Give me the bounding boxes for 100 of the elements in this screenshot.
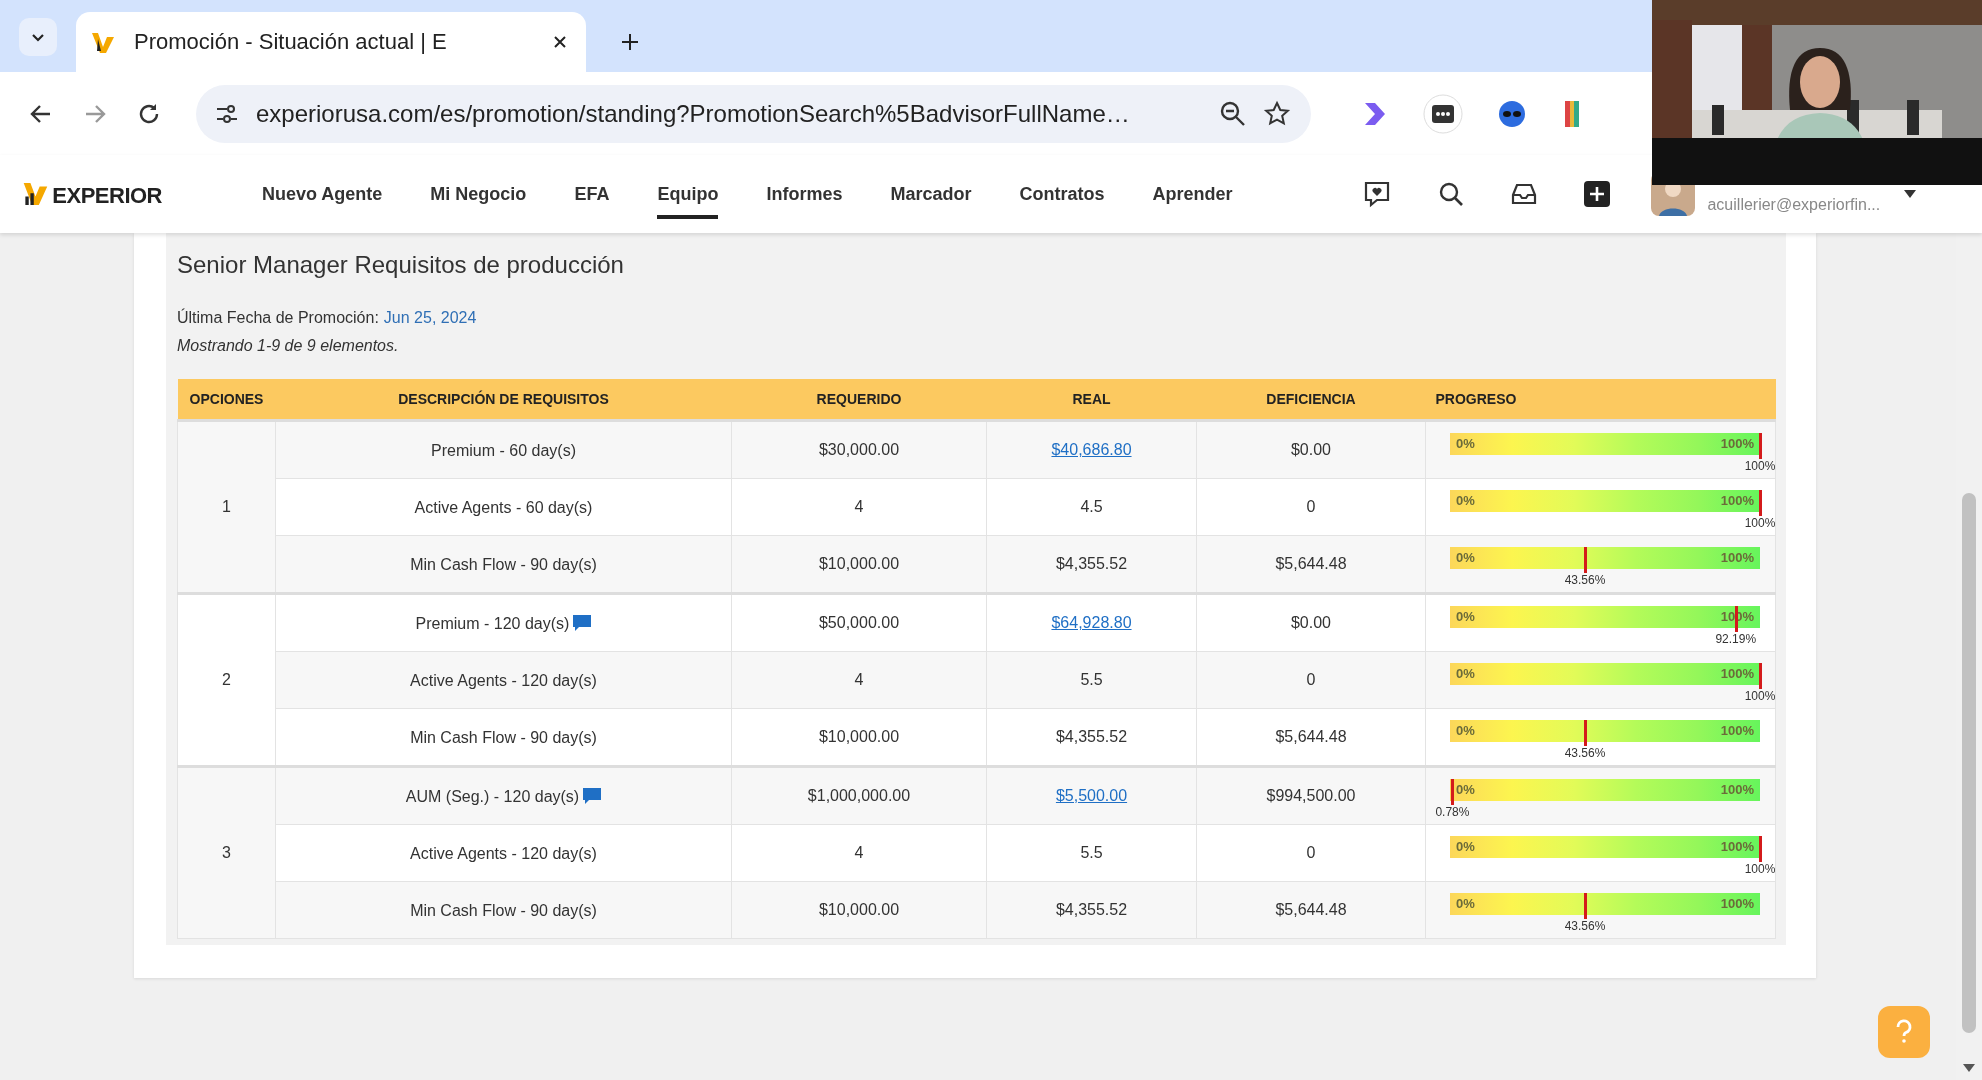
table-cell: $1,000,000.00 bbox=[731, 766, 987, 825]
table-cell: 5.5 bbox=[986, 824, 1197, 882]
nav-item[interactable]: Aprender bbox=[1152, 169, 1233, 219]
amount-link[interactable]: $64,928.80 bbox=[986, 593, 1197, 652]
requirement-text: Premium - 120 day(s) bbox=[415, 614, 570, 632]
requirement-text: Min Cash Flow - 90 day(s) bbox=[410, 555, 597, 573]
star-icon[interactable] bbox=[1263, 99, 1291, 128]
table-cell: $5,644.48 bbox=[1196, 535, 1426, 594]
extension-icon[interactable] bbox=[1423, 93, 1463, 134]
promotion-label: Última Fecha de Promoción: bbox=[177, 309, 379, 327]
amount-link[interactable]: $5,500.00 bbox=[986, 766, 1197, 825]
scale-label: 0% bbox=[1456, 896, 1475, 911]
tab-list-button[interactable] bbox=[19, 18, 57, 56]
scale-label: 0% bbox=[1456, 609, 1475, 624]
tab-title: Promoción - Situación actual | E bbox=[134, 29, 448, 55]
alien-icon[interactable] bbox=[1497, 98, 1527, 129]
table-cell: 4 bbox=[731, 824, 987, 882]
scale-label: 0% bbox=[1456, 436, 1475, 451]
scale-label: 100% bbox=[1720, 723, 1754, 738]
progress-reading: 100% bbox=[1744, 862, 1776, 876]
amount-link[interactable]: $40,686.80 bbox=[986, 420, 1197, 479]
progress-reading: 100% bbox=[1744, 689, 1776, 703]
scale-label: 0% bbox=[1456, 666, 1475, 681]
table-cell: $10,000.00 bbox=[731, 881, 987, 939]
nav-item[interactable]: Equipo bbox=[657, 169, 719, 219]
summary-text: Mostrando 1-9 de 9 elementos. bbox=[177, 337, 400, 355]
caret-icon[interactable] bbox=[1904, 189, 1917, 199]
table-cell: $50,000.00 bbox=[731, 593, 987, 652]
table-cell: 0 bbox=[1196, 478, 1426, 536]
add-icon[interactable] bbox=[1583, 180, 1612, 208]
nav-item[interactable]: Nuevo Agente bbox=[262, 169, 383, 219]
table-cell: 4.5 bbox=[986, 478, 1197, 536]
table-cell: $4,355.52 bbox=[986, 881, 1197, 939]
browser-tab[interactable]: Promoción - Situación actual | E bbox=[76, 12, 586, 72]
address-bar[interactable]: experiorusa.com/es/promotion/standing?PromotionSearch%5BadvisorFullName… bbox=[196, 84, 1311, 143]
scale-label: 100% bbox=[1720, 782, 1754, 797]
brand-name: EXPERIOR bbox=[52, 183, 162, 208]
scroll-down-icon[interactable] bbox=[1963, 1064, 1975, 1072]
table-cell: 4 bbox=[731, 478, 987, 536]
close-icon[interactable] bbox=[552, 34, 568, 50]
table-cell: $0.00 bbox=[1196, 593, 1426, 652]
scale-label: 0% bbox=[1456, 723, 1475, 738]
progress-reading: 0.78% bbox=[1435, 805, 1470, 819]
requirement-text: Active Agents - 120 day(s) bbox=[410, 844, 597, 862]
column-header: DEFICIENCIA bbox=[1196, 379, 1426, 421]
url-text: experiorusa.com/es/promotion/standing?PromotionSearch%5BadvisorFullName… bbox=[256, 99, 1131, 128]
table-cell: 0 bbox=[1196, 824, 1426, 882]
nav-item[interactable]: EFA bbox=[574, 169, 610, 219]
promotion-date: Jun 25, 2024 bbox=[383, 309, 477, 327]
option-cell: 2 bbox=[177, 593, 276, 767]
requirement-text: Min Cash Flow - 90 day(s) bbox=[410, 728, 597, 746]
scale-label: 100% bbox=[1720, 666, 1754, 681]
column-header: OPCIONES bbox=[177, 379, 276, 421]
column-header: REAL bbox=[986, 379, 1197, 421]
scale-label: 0% bbox=[1456, 782, 1475, 797]
logo[interactable]: EXPERIOR bbox=[22, 179, 162, 209]
table-cell: $10,000.00 bbox=[731, 535, 987, 594]
section-title: Senior Manager Requisitos de producción bbox=[177, 251, 625, 279]
requirement-text: AUM (Seg.) - 120 day(s) bbox=[405, 787, 580, 805]
table-cell: $0.00 bbox=[1196, 420, 1426, 479]
scale-label: 0% bbox=[1456, 493, 1475, 508]
progress-reading: 100% bbox=[1744, 516, 1776, 530]
column-header: DESCRIPCIÓN DE REQUISITOS bbox=[275, 379, 732, 421]
zoom-icon[interactable] bbox=[1219, 99, 1247, 128]
table-cell: 5.5 bbox=[986, 651, 1197, 709]
table-cell: $5,644.48 bbox=[1196, 708, 1426, 767]
scrollbar-thumb[interactable] bbox=[1962, 493, 1976, 1033]
scale-label: 100% bbox=[1720, 493, 1754, 508]
scale-label: 100% bbox=[1720, 839, 1754, 854]
progress-reading: 43.56% bbox=[1564, 919, 1606, 933]
table-cell: $4,355.52 bbox=[986, 535, 1197, 594]
table-cell: $10,000.00 bbox=[731, 708, 987, 767]
requirement-text: Active Agents - 60 day(s) bbox=[414, 498, 593, 516]
table-cell: 0 bbox=[1196, 651, 1426, 709]
scale-label: 100% bbox=[1720, 436, 1754, 451]
table-cell: $994,500.00 bbox=[1196, 766, 1426, 825]
column-header: PROGRESO bbox=[1425, 379, 1776, 421]
option-cell: 3 bbox=[177, 766, 276, 939]
table-cell: $30,000.00 bbox=[731, 420, 987, 479]
nav-item[interactable]: Contratos bbox=[1019, 169, 1105, 219]
scale-label: 0% bbox=[1456, 550, 1475, 565]
requirement-text: Min Cash Flow - 90 day(s) bbox=[410, 901, 597, 919]
scale-label: 0% bbox=[1456, 839, 1475, 854]
table-cell: $4,355.52 bbox=[986, 708, 1197, 767]
progress-reading: 92.19% bbox=[1715, 632, 1757, 646]
scale-label: 100% bbox=[1720, 896, 1754, 911]
nav-item[interactable]: Informes bbox=[766, 169, 843, 219]
scale-label: 100% bbox=[1720, 550, 1754, 565]
comment-icon[interactable] bbox=[573, 615, 592, 632]
column-header: REQUERIDO bbox=[731, 379, 987, 421]
comment-icon[interactable] bbox=[583, 788, 602, 805]
nav-item[interactable]: Mi Negocio bbox=[430, 169, 527, 219]
table-cell: $5,644.48 bbox=[1196, 881, 1426, 939]
requirement-text: Active Agents - 120 day(s) bbox=[410, 671, 597, 689]
user-email: acuillerier@experiorfin... bbox=[1707, 196, 1881, 214]
nav-item[interactable]: Marcador bbox=[890, 169, 972, 219]
table-cell: 4 bbox=[731, 651, 987, 709]
new-tab-icon[interactable] bbox=[620, 32, 640, 52]
requirement-text: Premium - 60 day(s) bbox=[431, 441, 576, 459]
option-cell: 1 bbox=[177, 420, 276, 594]
